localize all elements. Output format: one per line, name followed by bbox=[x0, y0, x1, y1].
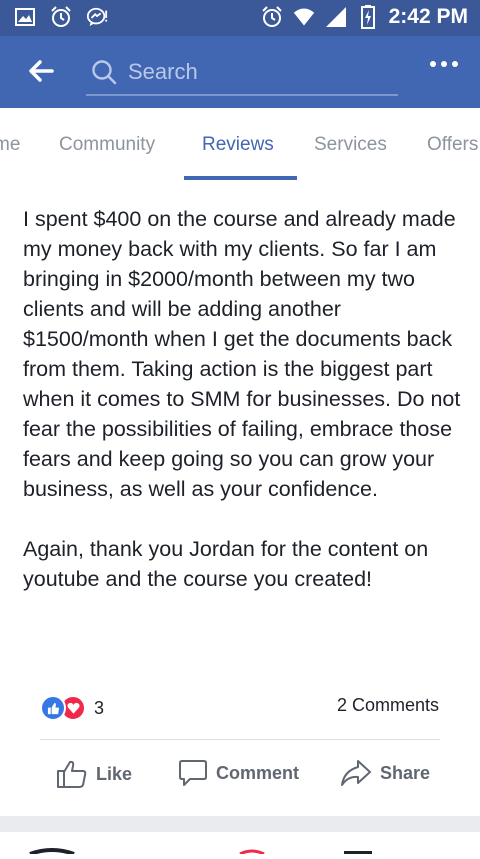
feed-separator bbox=[0, 816, 480, 832]
page-tabs: me Community Reviews Services Offers bbox=[0, 108, 480, 180]
tab-services[interactable]: Services bbox=[314, 134, 387, 156]
status-right-icons: 2:42 PM bbox=[261, 5, 468, 29]
reactions-summary[interactable]: 3 bbox=[40, 695, 104, 721]
share-label: Share bbox=[380, 762, 431, 783]
comments-count-link[interactable]: 2 Comments bbox=[337, 695, 439, 716]
like-reaction-icon bbox=[40, 695, 66, 721]
divider bbox=[40, 739, 440, 740]
thumbs-up-icon bbox=[57, 760, 87, 788]
comment-label: Comment bbox=[216, 762, 300, 783]
back-arrow-icon bbox=[29, 60, 54, 82]
dot-icon bbox=[430, 61, 436, 67]
review-paragraph: Again, thank you Jordan for the content … bbox=[23, 537, 429, 591]
review-post: I spent $400 on the course and already m… bbox=[0, 180, 480, 816]
tab-community[interactable]: Community bbox=[59, 134, 155, 156]
share-button[interactable]: Share bbox=[340, 759, 430, 787]
reaction-count: 3 bbox=[94, 697, 105, 718]
status-time: 2:42 PM bbox=[388, 5, 468, 28]
alarm-icon bbox=[261, 6, 283, 28]
messenger-icon bbox=[86, 6, 108, 28]
search-input[interactable] bbox=[126, 58, 390, 86]
dot-icon bbox=[452, 61, 458, 67]
search-icon bbox=[92, 60, 117, 85]
like-button[interactable]: Like bbox=[56, 759, 132, 789]
next-post-peek bbox=[0, 832, 480, 856]
search-bar[interactable] bbox=[86, 50, 398, 96]
status-bar: 2:42 PM bbox=[0, 0, 480, 36]
wifi-icon bbox=[293, 6, 315, 28]
dot-icon bbox=[441, 61, 447, 67]
post-actions: Like Comment Share bbox=[0, 755, 480, 795]
alarm-icon bbox=[50, 6, 72, 28]
next-post-edge bbox=[29, 848, 372, 856]
signal-icon bbox=[325, 6, 347, 28]
more-options-button[interactable] bbox=[430, 61, 458, 67]
battery-icon bbox=[357, 5, 379, 29]
comment-button[interactable]: Comment bbox=[178, 759, 299, 787]
back-button[interactable] bbox=[24, 56, 58, 86]
comment-bubble-icon bbox=[179, 760, 207, 786]
app-header bbox=[0, 36, 480, 108]
tab-home[interactable]: me bbox=[0, 134, 20, 156]
status-left-icons bbox=[14, 6, 108, 28]
tab-offers[interactable]: Offers bbox=[427, 134, 478, 156]
review-paragraph: I spent $400 on the course and already m… bbox=[23, 207, 461, 501]
share-arrow-icon bbox=[341, 760, 371, 786]
like-label: Like bbox=[96, 763, 133, 784]
image-icon bbox=[14, 6, 36, 28]
review-text: I spent $400 on the course and already m… bbox=[23, 204, 463, 594]
tab-reviews[interactable]: Reviews bbox=[202, 134, 274, 156]
